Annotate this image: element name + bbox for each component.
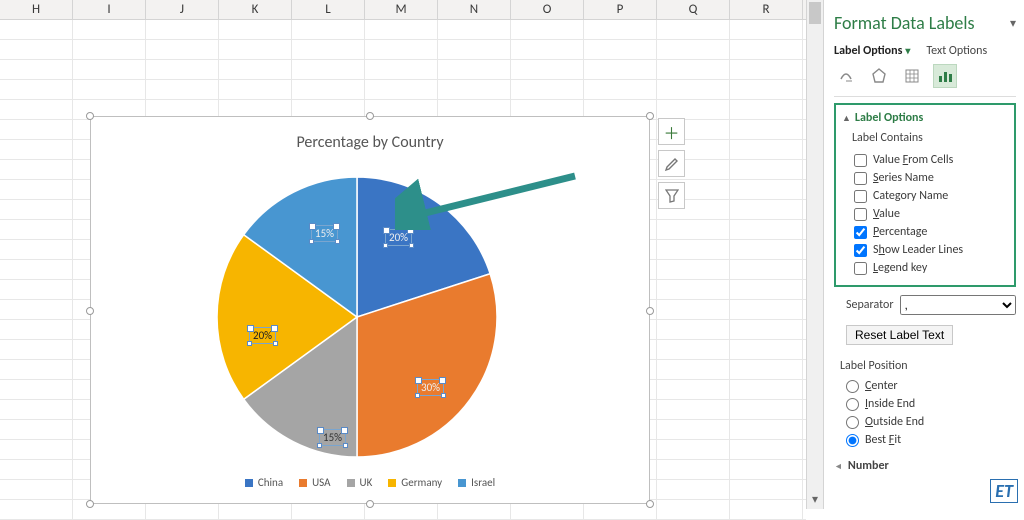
legend-label: China <box>258 476 283 489</box>
pane-options-icon[interactable]: ▾ <box>1010 16 1016 31</box>
resize-handle[interactable] <box>646 112 654 120</box>
column-header[interactable]: Q <box>657 0 730 19</box>
et-logo: ET <box>990 479 1018 503</box>
label-position-heading: Label Position <box>840 359 1016 373</box>
column-header[interactable]: R <box>730 0 803 19</box>
chk-legend-key[interactable]: Legend key <box>842 259 1008 277</box>
scrollbar-thumb[interactable] <box>809 2 821 24</box>
data-label-germany[interactable]: 20% <box>249 327 276 344</box>
resize-handle[interactable] <box>366 500 374 508</box>
legend-label: USA <box>312 476 330 489</box>
separator-label: Separator <box>846 298 894 312</box>
chart-title[interactable]: Percentage by Country <box>91 133 649 152</box>
resize-handle[interactable] <box>646 307 654 315</box>
column-header[interactable]: N <box>438 0 511 19</box>
legend-swatch-icon <box>245 479 253 487</box>
funnel-icon <box>665 189 679 203</box>
legend-label: Germany <box>401 476 442 489</box>
tab-text-options[interactable]: Text Options <box>926 44 987 58</box>
spreadsheet-area[interactable]: HIJKLMNOPQR Percentage by Country 20% 30… <box>0 0 806 509</box>
chk-value-from-cells[interactable]: Value From Cells <box>842 151 1008 169</box>
resize-handle[interactable] <box>86 307 94 315</box>
legend-item[interactable]: UK <box>347 476 373 489</box>
column-header[interactable]: K <box>219 0 292 19</box>
vertical-scrollbar[interactable]: ▾ <box>806 0 823 509</box>
scroll-down-icon[interactable]: ▾ <box>809 491 821 507</box>
label-options-group: ▲Label Options Label Contains Value From… <box>834 103 1016 287</box>
separator-select[interactable]: , <box>900 295 1016 315</box>
legend-item[interactable]: Germany <box>388 476 442 489</box>
reset-label-text-button[interactable]: Reset Label Text <box>846 325 953 345</box>
brush-icon <box>664 156 680 172</box>
chart-filters-button[interactable] <box>658 182 685 209</box>
legend-swatch-icon <box>299 479 307 487</box>
radio-outside-end[interactable]: Outside End <box>834 413 1016 431</box>
data-label-uk[interactable]: 15% <box>319 429 346 446</box>
column-header-row: HIJKLMNOPQR <box>0 0 806 20</box>
column-header[interactable]: P <box>584 0 657 19</box>
legend-swatch-icon <box>458 479 466 487</box>
chk-percentage[interactable]: Percentage <box>842 223 1008 241</box>
format-pane: Format Data Labels ▾ Label Options▾ Text… <box>823 0 1024 509</box>
radio-inside-end[interactable]: Inside End <box>834 395 1016 413</box>
legend-item[interactable]: Israel <box>458 476 495 489</box>
legend-swatch-icon <box>347 479 355 487</box>
chk-value[interactable]: Value <box>842 205 1008 223</box>
data-label-usa[interactable]: 30% <box>417 379 444 396</box>
column-header[interactable]: I <box>73 0 146 19</box>
pie-chart[interactable]: 20% 30% 15% 20% 15% <box>207 167 507 467</box>
data-label-china[interactable]: 20% <box>385 229 412 246</box>
chart-styles-button[interactable] <box>658 150 685 177</box>
legend-item[interactable]: USA <box>299 476 330 489</box>
chk-category-name[interactable]: Category Name <box>842 187 1008 205</box>
tab-label-options[interactable]: Label Options▾ <box>834 44 910 58</box>
effects-icon[interactable] <box>867 64 891 88</box>
column-header[interactable]: J <box>146 0 219 19</box>
resize-handle[interactable] <box>86 112 94 120</box>
size-properties-icon[interactable] <box>900 64 924 88</box>
label-contains-heading: Label Contains <box>852 131 1008 145</box>
chk-series-name[interactable]: Series Name <box>842 169 1008 187</box>
column-header[interactable]: O <box>511 0 584 19</box>
chart-elements-button[interactable]: ＋ <box>658 118 685 145</box>
pane-title: Format Data Labels ▾ <box>834 12 1016 34</box>
plus-icon: ＋ <box>663 120 679 144</box>
radio-center[interactable]: Center <box>834 377 1016 395</box>
chart-legend[interactable]: China USA UK Germany Israel <box>91 476 649 489</box>
chart-object[interactable]: Percentage by Country 20% 30% 15% 20% 15… <box>90 116 650 504</box>
legend-swatch-icon <box>388 479 396 487</box>
label-options-icon[interactable] <box>933 64 957 88</box>
resize-handle[interactable] <box>86 500 94 508</box>
chk-show-leader-lines[interactable]: Show Leader Lines <box>842 241 1008 259</box>
legend-label: Israel <box>471 476 495 489</box>
resize-handle[interactable] <box>646 500 654 508</box>
legend-item[interactable]: China <box>245 476 283 489</box>
resize-handle[interactable] <box>366 112 374 120</box>
number-section[interactable]: ▲Number <box>834 459 1016 473</box>
column-header[interactable]: M <box>365 0 438 19</box>
data-label-israel[interactable]: 15% <box>311 225 338 242</box>
fill-line-icon[interactable] <box>834 64 858 88</box>
column-header[interactable]: L <box>292 0 365 19</box>
radio-best-fit[interactable]: Best Fit <box>834 431 1016 449</box>
legend-label: UK <box>360 476 373 489</box>
column-header[interactable]: H <box>0 0 73 19</box>
